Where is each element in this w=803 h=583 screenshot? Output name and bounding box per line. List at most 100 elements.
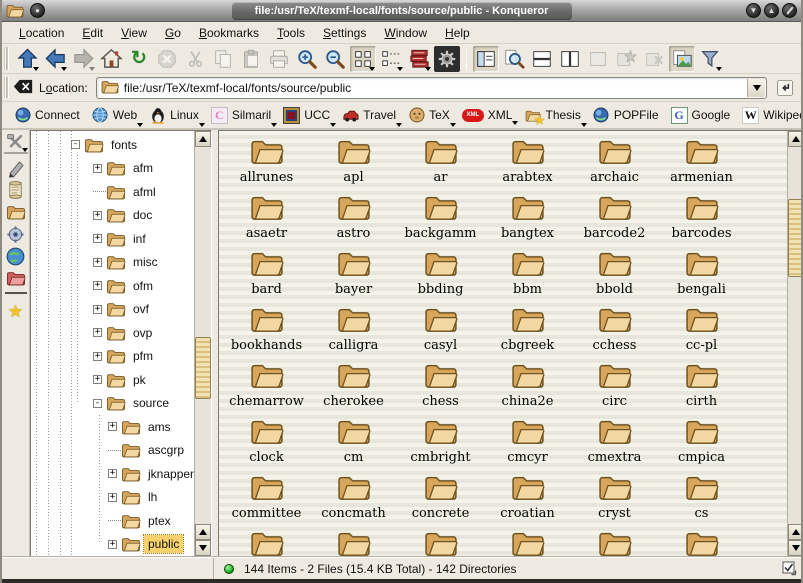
tree-scrollbar-thumb[interactable] xyxy=(195,337,211,399)
tree-scrollbar[interactable] xyxy=(194,131,211,556)
cut-button[interactable] xyxy=(182,46,208,72)
bookmark-wikipedia[interactable]: WWikipedia xyxy=(736,105,803,126)
folder-item-cherokee[interactable]: cherokee xyxy=(310,359,397,415)
folder-item-clock[interactable]: clock xyxy=(223,415,310,471)
tree-item-source[interactable]: -source xyxy=(31,392,194,416)
folder-item-cmpica[interactable]: cmpica xyxy=(658,415,745,471)
tree-item-fonts[interactable]: -fonts xyxy=(31,133,194,157)
folder-icon-view[interactable]: allrunesaplararabtexarchaicarmenianasaet… xyxy=(218,130,803,557)
folder-item-ar[interactable]: ar xyxy=(397,135,484,191)
sidebar-tab-network[interactable] xyxy=(4,245,28,267)
tree-scroll-down-button[interactable] xyxy=(195,540,211,556)
tree-scroll-up-button[interactable] xyxy=(195,131,211,147)
location-toolbar-grip[interactable] xyxy=(4,77,9,98)
bookmark-travel[interactable]: Travel xyxy=(336,105,402,126)
bookmark-google[interactable]: GGoogle xyxy=(665,105,737,126)
folder-item-committee[interactable]: committee xyxy=(223,471,310,527)
sidebar-tab-pen[interactable] xyxy=(4,157,28,179)
tree-item-public[interactable]: +public xyxy=(31,533,194,557)
menu-bookmarks[interactable]: Bookmarks xyxy=(190,24,268,42)
menu-view[interactable]: View xyxy=(112,24,156,42)
sidebar-tab-root-directory[interactable] xyxy=(4,267,28,289)
tree-item-ascgrp[interactable]: ascgrp xyxy=(31,439,194,463)
toolbar-grip[interactable] xyxy=(4,47,9,70)
main-scrollbar[interactable] xyxy=(787,131,803,556)
expand-icon[interactable]: + xyxy=(93,328,102,337)
folder-item-archaic[interactable]: archaic xyxy=(571,135,658,191)
menu-window[interactable]: Window xyxy=(375,24,436,42)
forward-button[interactable] xyxy=(70,46,96,72)
folder-item-asaetr[interactable]: asaetr xyxy=(223,191,310,247)
menu-edit[interactable]: Edit xyxy=(73,24,112,42)
image-preview-button[interactable] xyxy=(669,46,695,72)
bookmark-tex[interactable]: TeX xyxy=(402,105,456,126)
close-tab-button[interactable] xyxy=(641,46,667,72)
tree-item-inf[interactable]: +inf xyxy=(31,227,194,251)
folder-item-cryst[interactable]: cryst xyxy=(571,471,658,527)
folder-item-arabtex[interactable]: arabtex xyxy=(484,135,571,191)
folder-item-barcodes[interactable]: barcodes xyxy=(658,191,745,247)
tree-item-pk[interactable]: +pk xyxy=(31,368,194,392)
minimize-button[interactable]: ▼ xyxy=(746,3,761,18)
folder-item-chemarrow[interactable]: chemarrow xyxy=(223,359,310,415)
folder-item-cutoff[interactable] xyxy=(310,527,397,557)
bookmark-popfile[interactable]: POPFile xyxy=(587,105,665,126)
location-input[interactable]: file:/usr/TeX/texmf-local/fonts/source/p… xyxy=(96,77,767,99)
menu-location[interactable]: Location xyxy=(10,24,73,42)
tree-item-doc[interactable]: +doc xyxy=(31,204,194,228)
collapse-icon[interactable]: - xyxy=(71,140,80,149)
folder-item-cmbright[interactable]: cmbright xyxy=(397,415,484,471)
main-scroll-up2-button[interactable] xyxy=(788,524,803,540)
tree-item-misc[interactable]: +misc xyxy=(31,251,194,275)
folder-item-armenian[interactable]: armenian xyxy=(658,135,745,191)
folder-item-bookhands[interactable]: bookhands xyxy=(223,303,310,359)
folder-item-bengali[interactable]: bengali xyxy=(658,247,745,303)
expand-icon[interactable]: + xyxy=(108,469,117,478)
up-button[interactable] xyxy=(14,46,40,72)
tree-item-afml[interactable]: afml xyxy=(31,180,194,204)
go-button[interactable] xyxy=(773,76,797,100)
folder-item-cutoff[interactable] xyxy=(571,527,658,557)
reload-button[interactable]: ↻ xyxy=(126,46,152,72)
main-scroll-down-button[interactable] xyxy=(788,540,803,556)
folder-item-china2e[interactable]: china2e xyxy=(484,359,571,415)
folder-item-bard[interactable]: bard xyxy=(223,247,310,303)
folder-item-bayer[interactable]: bayer xyxy=(310,247,397,303)
bookmark-linux[interactable]: Linux xyxy=(143,105,205,126)
folder-item-cirth[interactable]: cirth xyxy=(658,359,745,415)
kde-gear-button[interactable] xyxy=(434,46,460,72)
back-button[interactable] xyxy=(42,46,68,72)
expand-icon[interactable]: + xyxy=(108,422,117,431)
folder-item-croatian[interactable]: croatian xyxy=(484,471,571,527)
menu-go[interactable]: Go xyxy=(156,24,190,42)
bookmark-connect[interactable]: Connect xyxy=(8,105,86,126)
menu-settings[interactable]: Settings xyxy=(314,24,375,42)
remove-active-view-button[interactable] xyxy=(585,46,611,72)
window-folder-icon[interactable] xyxy=(6,3,24,19)
folder-item-bbding[interactable]: bbding xyxy=(397,247,484,303)
expand-icon[interactable]: + xyxy=(108,540,117,549)
multicolumn-view-button[interactable] xyxy=(378,46,404,72)
folder-item-cutoff[interactable] xyxy=(484,527,571,557)
expand-icon[interactable]: + xyxy=(93,375,102,384)
tree-item-jknappen[interactable]: +jknappen xyxy=(31,462,194,486)
folder-item-circ[interactable]: circ xyxy=(571,359,658,415)
home-button[interactable] xyxy=(98,46,124,72)
stop-button[interactable] xyxy=(154,46,180,72)
split-top-bottom-button[interactable] xyxy=(529,46,555,72)
menu-help[interactable]: Help xyxy=(436,24,479,42)
folder-item-backgamm[interactable]: backgamm xyxy=(397,191,484,247)
filter-button[interactable] xyxy=(697,46,723,72)
folder-item-cutoff[interactable] xyxy=(397,527,484,557)
sidebar-tab-home-directory[interactable] xyxy=(4,201,28,223)
tree-item-ovp[interactable]: +ovp xyxy=(31,321,194,345)
expand-icon[interactable]: + xyxy=(93,281,102,290)
main-scrollbar-thumb[interactable] xyxy=(788,199,803,277)
bookmark-ucc[interactable]: UCC xyxy=(277,105,336,126)
title-bar[interactable]: ● file:/usr/TeX/texmf-local/fonts/source… xyxy=(2,0,801,22)
split-left-right-button[interactable] xyxy=(557,46,583,72)
bookmark-silmaril[interactable]: CSilmaril xyxy=(205,105,277,126)
clear-location-button[interactable] xyxy=(13,78,33,98)
tree-item-pfm[interactable]: +pfm xyxy=(31,345,194,369)
expand-icon[interactable]: + xyxy=(93,258,102,267)
